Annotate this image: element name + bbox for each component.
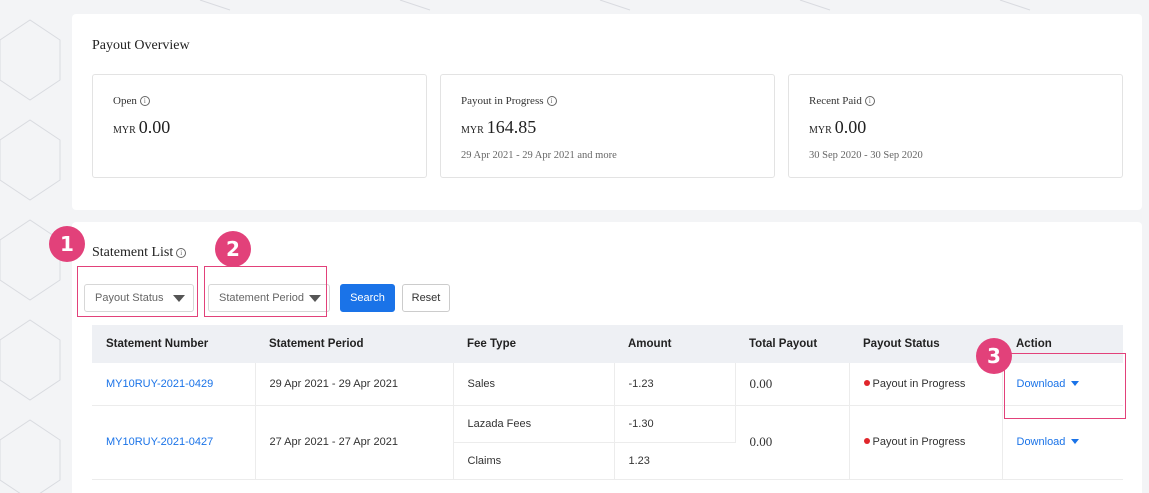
amount-cell: -1.23 [614, 363, 736, 406]
currency: MYR [809, 125, 832, 136]
search-button[interactable]: Search [340, 284, 395, 312]
download-dropdown[interactable]: Download [1017, 436, 1080, 448]
payout-in-progress-amount: 164.85 [486, 117, 537, 137]
annotation-marker-3: 3 [976, 338, 1012, 374]
fee-type-cell: Sales [453, 363, 615, 406]
info-icon[interactable]: i [546, 96, 557, 106]
statement-period-cell: 29 Apr 2021 - 29 Apr 2021 [255, 363, 454, 406]
col-total-payout[interactable]: Total Payout [735, 325, 849, 363]
total-payout-cell: 0.00 [735, 405, 850, 480]
payout-overview-card: Payout Overview Open i MYR 0.00 Payout in … [72, 14, 1142, 210]
table-header-row: Statement Number Statement Period Fee Ty… [92, 325, 1123, 363]
col-statement-number[interactable]: Statement Number [92, 325, 255, 363]
chevron-down-icon [1071, 439, 1080, 444]
info-icon[interactable]: i [139, 96, 150, 106]
statement-period-cell: 27 Apr 2021 - 27 Apr 2021 [255, 405, 454, 480]
statement-list-title: Statement List [92, 245, 174, 260]
recent-paid-card: Recent Paid i MYR 0.00 30 Sep 2020 - 30 Se… [788, 74, 1123, 178]
fee-type-cell: Claims [453, 442, 615, 480]
fee-type-cell: Lazada Fees [453, 405, 615, 443]
open-label: Open [113, 95, 137, 107]
annotation-marker-2: 2 [215, 231, 251, 267]
overview-title: Payout Overview [92, 38, 190, 53]
payout-in-progress-period: 29 Apr 2021 - 29 Apr 2021 and more [461, 150, 617, 161]
payout-status-cell: Payout in Progress [849, 405, 1003, 480]
payout-status-text: Payout in Progress [872, 377, 966, 390]
recent-paid-label: Recent Paid [809, 95, 862, 107]
col-statement-period[interactable]: Statement Period [255, 325, 453, 363]
open-amount: 0.00 [138, 117, 171, 137]
payout-status-text: Payout in Progress [872, 436, 966, 448]
col-amount[interactable]: Amount [614, 325, 735, 363]
table-row: MY10RUY-2021-0427 27 Apr 2021 - 27 Apr 2… [92, 405, 1123, 480]
status-dot-icon [863, 438, 870, 444]
highlight-box-payout-status [77, 266, 198, 317]
recent-paid-amount: 0.00 [834, 117, 867, 137]
highlight-box-statement-period [204, 266, 327, 317]
table-row: MY10RUY-2021-0429 29 Apr 2021 - 29 Apr 2… [92, 363, 1123, 406]
info-icon[interactable]: i [864, 96, 875, 106]
recent-paid-period: 30 Sep 2020 - 30 Sep 2020 [809, 150, 923, 161]
amount-cell: 1.23 [614, 442, 735, 480]
currency: MYR [113, 125, 136, 136]
statement-number-link[interactable]: MY10RUY-2021-0429 [106, 378, 213, 390]
status-dot-icon [863, 379, 870, 386]
currency: MYR [461, 125, 484, 136]
reset-button[interactable]: Reset [402, 284, 450, 312]
open-card: Open i MYR 0.00 [92, 74, 427, 178]
amount-cell: -1.30 [614, 405, 736, 443]
payout-in-progress-label: Payout in Progress [461, 95, 544, 107]
statement-number-link[interactable]: MY10RUY-2021-0427 [106, 436, 213, 448]
total-payout-cell: 0.00 [735, 363, 850, 406]
info-icon[interactable]: i [176, 248, 187, 258]
col-fee-type[interactable]: Fee Type [453, 325, 614, 363]
statement-table: Statement Number Statement Period Fee Ty… [92, 325, 1123, 480]
highlight-box-download [1004, 353, 1126, 419]
download-label: Download [1016, 436, 1066, 448]
payout-status-cell: Payout in Progress [849, 363, 1003, 406]
payout-in-progress-card: Payout in Progress i MYR 164.85 29 Apr 202… [440, 74, 775, 178]
annotation-marker-1: 1 [49, 226, 85, 262]
